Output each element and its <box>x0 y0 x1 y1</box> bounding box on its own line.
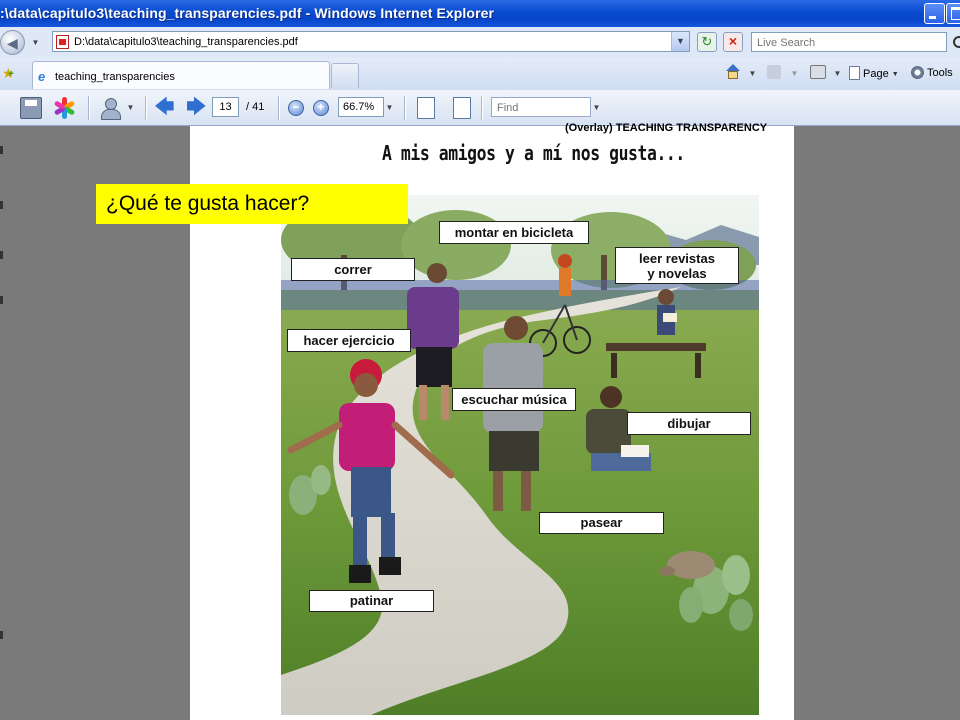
toolbar-separator <box>404 96 406 120</box>
home-dropdown-icon[interactable]: ▼ <box>748 69 757 79</box>
label-patinar: patinar <box>309 590 434 612</box>
find-field[interactable] <box>491 97 591 117</box>
zoom-in-button[interactable]: + <box>313 100 329 116</box>
zoom-dropdown-icon[interactable]: ▼ <box>385 103 394 113</box>
label-hacer-ejercicio: hacer ejercicio <box>287 329 411 352</box>
stop-button[interactable]: × <box>723 32 743 52</box>
page-icon <box>849 66 860 80</box>
refresh-button[interactable]: ↻ <box>697 32 717 52</box>
toolbar-separator <box>88 96 90 120</box>
address-text: D:\data\capitulo3\teaching_transparencie… <box>74 36 298 48</box>
tab-row: ★ + e teaching_transparencies ▼ ▼ ▼ Page ▼… <box>0 58 960 91</box>
window-titlebar: :\data\capitulo3\teaching_transparencies… <box>0 0 960 27</box>
toolbar-separator <box>278 96 280 120</box>
user-dropdown-icon[interactable]: ▼ <box>126 103 135 113</box>
toolbar-separator <box>481 96 483 120</box>
address-field[interactable]: D:\data\capitulo3\teaching_transparencie… <box>52 31 690 52</box>
organizer-icon[interactable] <box>53 97 76 119</box>
label-leer-line2: y novelas <box>647 266 707 281</box>
chevron-down-icon: ▼ <box>891 71 899 78</box>
label-leer-line1: leer revistas <box>639 251 715 266</box>
feeds-icon[interactable] <box>767 65 781 79</box>
save-icon[interactable] <box>20 97 42 119</box>
maximize-button[interactable] <box>946 3 960 24</box>
pdf-toolbar: ▼ 🡄 🡆 <box>0 90 960 126</box>
overline-text: (Overlay) TEACHING TRANSPARENCY <box>565 122 768 134</box>
next-page-icon[interactable]: 🡆 <box>186 97 207 117</box>
recent-pages-dropdown-icon[interactable]: ▼ <box>31 38 40 48</box>
close-icon: × <box>728 33 738 49</box>
tools-menu-button[interactable]: Tools <box>911 66 953 79</box>
tools-menu-label: Tools <box>927 67 953 79</box>
label-correr: correr <box>291 258 415 281</box>
left-scroll-strip <box>0 126 5 720</box>
tab-label: teaching_transparencies <box>55 71 175 83</box>
favorites-star-icon[interactable]: ★ + <box>2 65 15 82</box>
page-total: / 41 <box>246 101 265 113</box>
page-heading: A mis amigos y a mí nos gusta... <box>382 141 685 165</box>
page-number-input[interactable]: 13 <box>212 97 239 117</box>
label-montar-en-bicicleta: montar en bicicleta <box>439 221 589 244</box>
search-icon[interactable] <box>950 32 960 52</box>
refresh-icon: ↻ <box>701 34 713 49</box>
gear-icon <box>911 66 924 79</box>
search-field[interactable] <box>751 32 947 52</box>
zoom-out-button[interactable]: − <box>288 100 304 116</box>
home-icon[interactable] <box>724 64 742 80</box>
find-dropdown-icon[interactable]: ▼ <box>592 103 601 113</box>
page-menu-label: Page <box>863 68 889 80</box>
print-dropdown-icon[interactable]: ▼ <box>833 69 842 79</box>
find-input[interactable] <box>495 99 591 117</box>
address-dropdown-button[interactable]: ▼ <box>671 32 689 51</box>
label-dibujar: dibujar <box>627 412 751 435</box>
print-icon[interactable] <box>810 65 826 79</box>
toolbar-separator <box>145 96 147 120</box>
minimize-button[interactable] <box>924 3 945 24</box>
zoom-select[interactable]: 66.7% <box>338 97 384 117</box>
ie-page-icon: e <box>38 69 46 84</box>
label-escuchar-musica: escuchar música <box>452 388 576 411</box>
fit-width-icon[interactable] <box>417 97 435 119</box>
question-highlight: ¿Qué te gusta hacer? <box>96 184 408 224</box>
back-button[interactable]: ◀ <box>0 30 25 55</box>
back-arrow-icon: ◀ <box>7 35 18 51</box>
feeds-dropdown-icon[interactable]: ▼ <box>790 69 799 79</box>
tab-teaching-transparencies[interactable]: e teaching_transparencies <box>32 61 330 89</box>
pdf-file-icon <box>56 35 69 49</box>
previous-page-icon[interactable]: 🡄 <box>154 97 175 117</box>
user-icon[interactable] <box>99 97 121 120</box>
fit-page-icon[interactable] <box>453 97 471 119</box>
new-tab-button[interactable] <box>331 63 359 88</box>
label-leer-revistas: leer revistas y novelas <box>615 247 739 284</box>
page-menu-button[interactable]: Page ▼ <box>849 66 899 80</box>
label-pasear: pasear <box>539 512 664 534</box>
address-row: ◀ ▼ D:\data\capitulo3\teaching_transpare… <box>0 27 960 59</box>
window-title: :\data\capitulo3\teaching_transparencies… <box>0 5 495 21</box>
search-input[interactable] <box>755 34 939 52</box>
